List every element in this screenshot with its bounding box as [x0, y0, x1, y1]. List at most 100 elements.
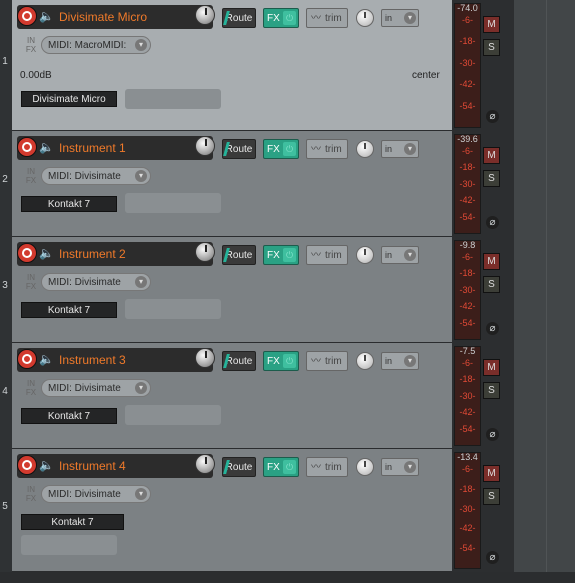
meter-scale-label: -30-: [459, 178, 476, 189]
route-button[interactable]: Route: [222, 245, 256, 265]
phase-invert-button[interactable]: ⌀: [486, 322, 499, 335]
trim-button[interactable]: 〰 trim: [306, 457, 348, 477]
fx-button[interactable]: FX ⏻: [263, 457, 299, 477]
track-name[interactable]: Instrument 3: [59, 353, 126, 367]
record-arm-button[interactable]: [17, 243, 37, 263]
volume-knob[interactable]: [195, 242, 215, 262]
input-select[interactable]: in ▾: [381, 352, 419, 370]
speaker-icon[interactable]: 🔈: [39, 457, 54, 473]
in-fx-icon[interactable]: IN FX: [20, 483, 42, 505]
midi-input-control[interactable]: IN FX MIDI: Divisimate ▾: [20, 271, 151, 293]
midi-input-select[interactable]: MIDI: Divisimate ▾: [41, 273, 151, 291]
solo-button[interactable]: S: [483, 170, 500, 187]
fx-button[interactable]: FX ⏻: [263, 245, 299, 265]
solo-button[interactable]: S: [483, 488, 500, 505]
midi-input-select[interactable]: MIDI: Divisimate ▾: [41, 485, 151, 503]
mute-button[interactable]: M: [483, 359, 500, 376]
plugin-slot[interactable]: Kontakt 7: [21, 514, 124, 530]
empty-fx-slot[interactable]: [125, 89, 221, 109]
midi-input-select[interactable]: MIDI: MacroMIDI: ▾: [41, 36, 151, 54]
midi-input-control[interactable]: IN FX MIDI: Divisimate ▾: [20, 165, 151, 187]
track-name[interactable]: Instrument 4: [59, 459, 126, 473]
trim-button[interactable]: 〰 trim: [306, 139, 348, 159]
empty-fx-slot[interactable]: [125, 405, 221, 425]
track-name[interactable]: Instrument 2: [59, 247, 126, 261]
pan-knob[interactable]: [356, 9, 374, 27]
plugin-slot[interactable]: Kontakt 7: [21, 196, 117, 212]
mute-button[interactable]: M: [483, 465, 500, 482]
pan-knob[interactable]: [356, 140, 374, 158]
meter-scale-label: -6-: [462, 252, 473, 262]
trim-button[interactable]: 〰 trim: [306, 8, 348, 28]
input-select[interactable]: in ▾: [381, 458, 419, 476]
pan-knob[interactable]: [356, 246, 374, 264]
phase-invert-button[interactable]: ⌀: [486, 551, 499, 564]
in-fx-icon[interactable]: IN FX: [20, 377, 42, 399]
midi-input-select[interactable]: MIDI: Divisimate ▾: [41, 379, 151, 397]
chevron-down-icon: ▾: [135, 382, 147, 394]
input-select[interactable]: in ▾: [381, 140, 419, 158]
arrange-area[interactable]: [514, 0, 575, 583]
fx-bypass-icon[interactable]: ⏻: [283, 460, 296, 474]
track-3[interactable]: 🔈 Instrument 2 Route FX ⏻ 〰 trim in ▾ IN FX MIDI: D…: [12, 237, 452, 343]
fx-bypass-icon[interactable]: ⏻: [283, 11, 296, 25]
solo-button[interactable]: S: [483, 276, 500, 293]
fx-bypass-icon[interactable]: ⏻: [283, 354, 296, 368]
track-1[interactable]: 🔈 Divisimate Micro Route FX ⏻ 〰 trim in ▾ IN FX MID…: [12, 0, 452, 131]
record-arm-button[interactable]: [17, 455, 37, 475]
pan-knob[interactable]: [356, 458, 374, 476]
in-fx-icon[interactable]: IN FX: [20, 165, 42, 187]
mute-button[interactable]: M: [483, 16, 500, 33]
mute-button[interactable]: M: [483, 253, 500, 270]
track-2[interactable]: 🔈 Instrument 1 Route FX ⏻ 〰 trim in ▾ IN FX MIDI: D…: [12, 131, 452, 237]
fx-bypass-icon[interactable]: ⏻: [283, 248, 296, 262]
route-button[interactable]: Route: [222, 457, 256, 477]
input-select[interactable]: in ▾: [381, 9, 419, 27]
speaker-icon[interactable]: 🔈: [39, 245, 54, 261]
speaker-icon[interactable]: 🔈: [39, 351, 54, 367]
record-arm-button[interactable]: [17, 137, 37, 157]
empty-fx-slot[interactable]: [21, 535, 117, 555]
in-fx-icon[interactable]: IN FX: [20, 34, 42, 56]
plugin-slot[interactable]: Kontakt 7: [21, 302, 117, 318]
record-arm-button[interactable]: [17, 349, 37, 369]
empty-fx-slot[interactable]: [125, 193, 221, 213]
midi-input-select[interactable]: MIDI: Divisimate ▾: [41, 167, 151, 185]
fx-button[interactable]: FX ⏻: [263, 351, 299, 371]
phase-invert-button[interactable]: ⌀: [486, 216, 499, 229]
volume-knob[interactable]: [195, 454, 215, 474]
phase-invert-button[interactable]: ⌀: [486, 110, 499, 123]
plugin-slot[interactable]: Kontakt 7: [21, 408, 117, 424]
pan-knob[interactable]: [356, 352, 374, 370]
route-button[interactable]: Route: [222, 8, 256, 28]
track-name[interactable]: Instrument 1: [59, 141, 126, 155]
speaker-icon[interactable]: 🔈: [39, 8, 54, 24]
speaker-icon[interactable]: 🔈: [39, 139, 54, 155]
track-5[interactable]: 🔈 Instrument 4 Route FX ⏻ 〰 trim in ▾ IN FX MIDI: D…: [12, 449, 452, 572]
empty-fx-slot[interactable]: [125, 299, 221, 319]
plugin-slot[interactable]: Divisimate Micro: [21, 91, 117, 107]
midi-input-control[interactable]: IN FX MIDI: Divisimate ▾: [20, 483, 151, 505]
in-fx-icon[interactable]: IN FX: [20, 271, 42, 293]
volume-knob[interactable]: [195, 5, 215, 25]
trim-button[interactable]: 〰 trim: [306, 351, 348, 371]
fx-bypass-icon[interactable]: ⏻: [283, 142, 296, 156]
record-arm-button[interactable]: [17, 6, 37, 26]
solo-button[interactable]: S: [483, 39, 500, 56]
horizontal-scrollbar[interactable]: [0, 572, 575, 583]
phase-invert-button[interactable]: ⌀: [486, 428, 499, 441]
track-name[interactable]: Divisimate Micro: [59, 10, 147, 24]
input-select[interactable]: in ▾: [381, 246, 419, 264]
volume-knob[interactable]: [195, 136, 215, 156]
midi-input-control[interactable]: IN FX MIDI: Divisimate ▾: [20, 377, 151, 399]
route-button[interactable]: Route: [222, 351, 256, 371]
fx-button[interactable]: FX ⏻: [263, 139, 299, 159]
solo-button[interactable]: S: [483, 382, 500, 399]
route-button[interactable]: Route: [222, 139, 256, 159]
volume-knob[interactable]: [195, 348, 215, 368]
fx-button[interactable]: FX ⏻: [263, 8, 299, 28]
track-4[interactable]: 🔈 Instrument 3 Route FX ⏻ 〰 trim in ▾ IN FX MIDI: D…: [12, 343, 452, 449]
mute-button[interactable]: M: [483, 147, 500, 164]
midi-input-control[interactable]: IN FX MIDI: MacroMIDI: ▾: [20, 34, 151, 56]
trim-button[interactable]: 〰 trim: [306, 245, 348, 265]
